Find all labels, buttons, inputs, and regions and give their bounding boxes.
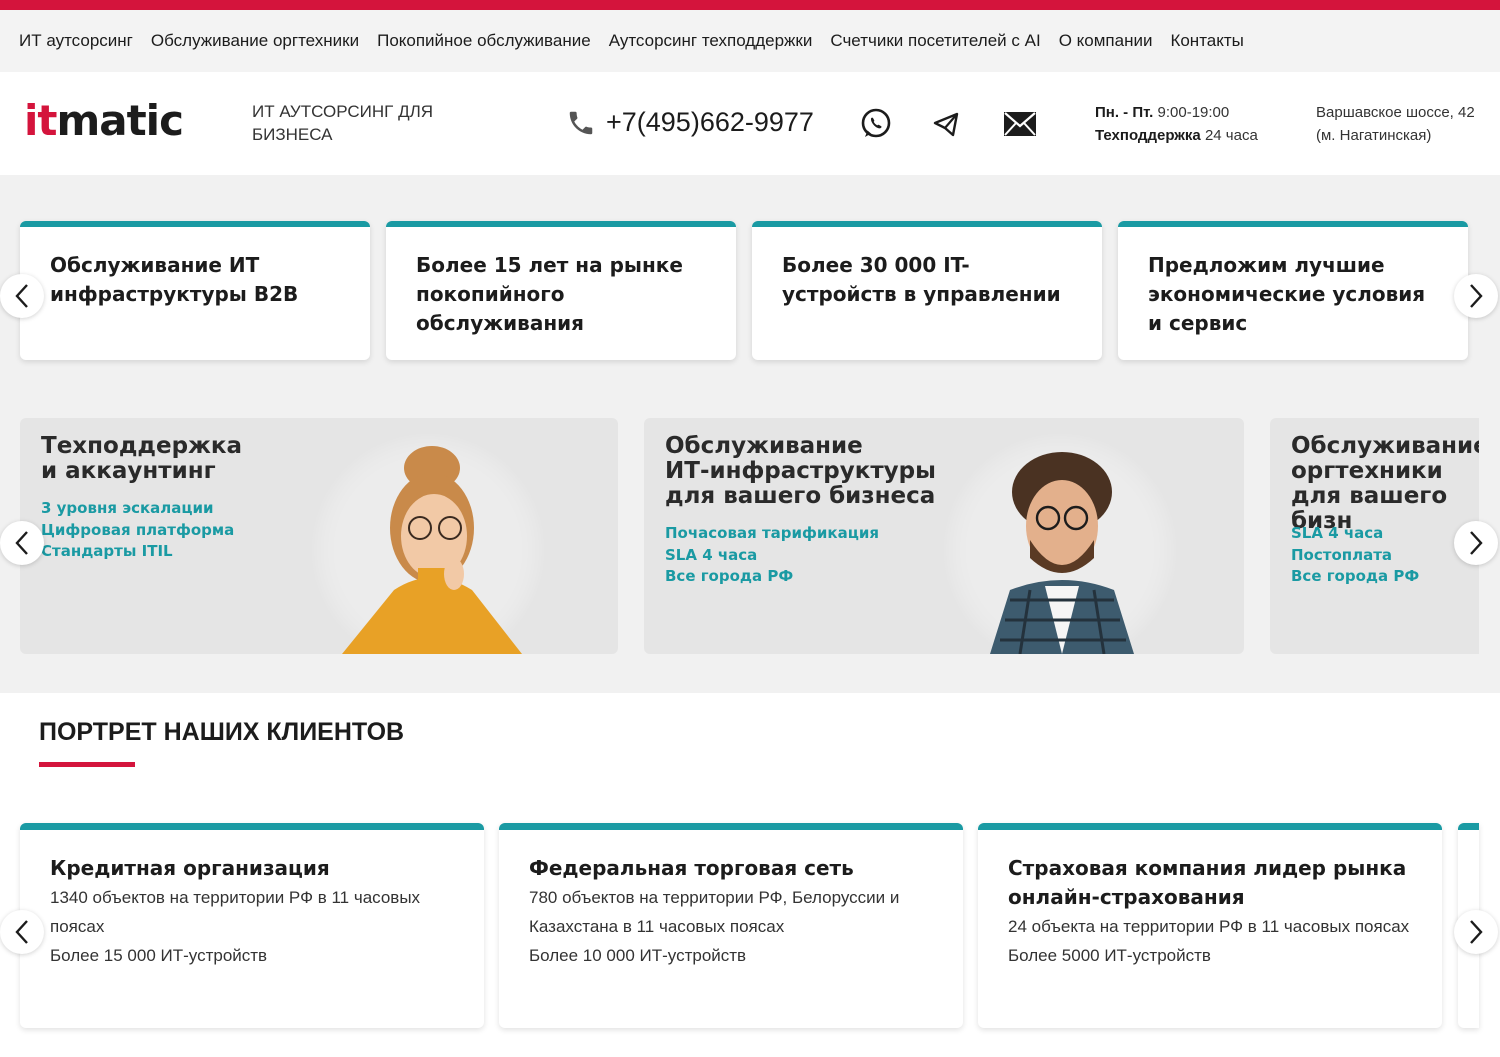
clients-next-button[interactable] <box>1454 910 1498 954</box>
client-card-title: Страховая компания лидер рынка онлайн-ст… <box>1008 856 1407 909</box>
logo[interactable]: itmatic <box>24 100 184 142</box>
feature-card-text: Обслуживание ИТ инфраструктуры B2B <box>50 253 299 306</box>
man-photo <box>990 452 1134 654</box>
chevron-right-icon <box>1470 920 1483 944</box>
client-card-devices: Более 5000 ИТ-устройств <box>1008 946 1211 965</box>
client-card-objects: 1340 объектов на территории РФ в 11 часо… <box>50 888 421 936</box>
feature-card-text: Предложим лучшие экономические условия и… <box>1148 253 1426 335</box>
logo-matic: matic <box>56 96 183 145</box>
feature-card-text: Более 15 лет на рынке покопийного обслуж… <box>416 253 683 335</box>
client-card: Федеральная торговая сеть 780 объектов н… <box>499 823 963 1028</box>
client-card-objects: 24 объекта на территории РФ в 11 часовых… <box>1008 917 1410 936</box>
promo-prev-button[interactable] <box>0 521 44 565</box>
promo-bullet: Цифровая платформа <box>41 520 235 539</box>
site-header: itmatic ИТ АУТСОРСИНГ ДЛЯ БИЗНЕСА +7(495… <box>0 72 1500 175</box>
mail-icon[interactable] <box>1002 106 1038 142</box>
promo-bullet: Постоплата <box>1291 545 1393 564</box>
hours-days-value: 9:00-19:00 <box>1157 104 1230 121</box>
client-card-title: Федеральная торговая сеть <box>529 856 854 880</box>
client-card: Кредитная организация 1340 объектов на т… <box>20 823 484 1028</box>
client-card-title: Кредитная организация <box>50 856 330 880</box>
support-label: Техподдержка <box>1095 127 1201 144</box>
promo-title: Техподдержка и аккаунтинг <box>41 433 243 484</box>
features-next-button[interactable] <box>1454 274 1498 318</box>
chevron-right-icon <box>1470 284 1483 308</box>
nav-office-equipment[interactable]: Обслуживание оргтехники <box>151 31 359 51</box>
address-line1: Варшавское шоссе, 42 <box>1316 104 1475 121</box>
promo-bullet: Почасовая тарификация <box>665 524 879 542</box>
phone-icon <box>566 108 596 138</box>
promo-bullet: SLA 4 часа <box>665 545 758 564</box>
nav-support-outsourcing[interactable]: Аутсорсинг техподдержки <box>609 31 813 51</box>
phone-link[interactable]: +7(495)662-9977 <box>566 107 814 138</box>
chevron-left-icon <box>15 531 28 555</box>
woman-photo <box>342 446 522 654</box>
whatsapp-icon[interactable] <box>858 106 894 142</box>
client-card: Страховая компания лидер рынка онлайн-ст… <box>978 823 1442 1028</box>
nav-per-copy-service[interactable]: Покопийное обслуживание <box>377 31 591 51</box>
support-value: 24 часа <box>1204 127 1258 144</box>
promo-banner[interactable]: Обслуживание ИТ-инфраструктуры для вашег… <box>644 418 1244 654</box>
promo-title: Обслуживание оргтехники для вашего бизн <box>1291 433 1479 534</box>
nav-contacts[interactable]: Контакты <box>1170 31 1243 51</box>
client-card-objects: 780 объектов на территории РФ, Белорусси… <box>529 888 900 936</box>
promo-title: Обслуживание ИТ-инфраструктуры для вашег… <box>665 433 936 509</box>
client-card-devices: Более 10 000 ИТ-устройств <box>529 946 747 965</box>
feature-card: Предложим лучшие экономические условия и… <box>1118 221 1468 360</box>
promo-bullet: Стандарты ITIL <box>41 542 173 560</box>
tagline: ИТ АУТСОРСИНГ ДЛЯ БИЗНЕСА <box>252 102 434 144</box>
nav-about[interactable]: О компании <box>1059 31 1153 51</box>
chevron-left-icon <box>15 920 28 944</box>
chevron-left-icon <box>15 284 28 308</box>
promo-bullets: 3 уровня эскалации Цифровая платформа Ст… <box>41 498 234 563</box>
promo-bullet: SLA 4 часа <box>1291 524 1384 542</box>
nav-it-outsourcing[interactable]: ИТ аутсорсинг <box>19 31 133 51</box>
nav-visitor-counters[interactable]: Счетчики посетителей с AI <box>830 31 1040 51</box>
telegram-icon[interactable] <box>928 106 964 142</box>
chevron-right-icon <box>1470 531 1483 555</box>
clients-prev-button[interactable] <box>0 910 44 954</box>
top-accent-bar <box>0 0 1500 10</box>
feature-card: Обслуживание ИТ инфраструктуры B2B <box>20 221 370 360</box>
phone-number: +7(495)662-9977 <box>606 107 814 137</box>
feature-card: Более 15 лет на рынке покопийного обслуж… <box>386 221 736 360</box>
feature-card-text: Более 30 000 IT-устройств в управлении <box>782 253 1061 306</box>
promo-banner[interactable]: Техподдержка и аккаунтинг 3 уровня эскал… <box>20 418 618 654</box>
promo-bullet: 3 уровня эскалации <box>41 499 214 517</box>
working-hours: Пн. - Пт. 9:00-19:00 Техподдержка 24 час… <box>1095 101 1258 147</box>
client-card-devices: Более 15 000 ИТ-устройств <box>50 946 268 965</box>
feature-card: Более 30 000 IT-устройств в управлении <box>752 221 1102 360</box>
hours-days-label: Пн. - Пт. <box>1095 104 1154 121</box>
office-address: Варшавское шоссе, 42 (м. Нагатинская) <box>1316 101 1475 147</box>
section-title: ПОРТРЕТ НАШИХ КЛИЕНТОВ <box>39 718 405 746</box>
top-navigation: ИТ аутсорсинг Обслуживание оргтехники По… <box>0 10 1500 72</box>
promo-bullet: Все города РФ <box>1291 567 1420 585</box>
promo-bullets: Почасовая тарификация SLA 4 часа Все гор… <box>665 523 879 588</box>
promo-bullets: SLA 4 часа Постоплата Все города РФ <box>1291 523 1419 588</box>
logo-it: it <box>24 96 57 145</box>
promo-banner[interactable]: Обслуживание оргтехники для вашего бизн … <box>1270 418 1479 654</box>
promo-bullet: Все города РФ <box>665 567 794 585</box>
features-prev-button[interactable] <box>0 274 44 318</box>
address-line2: (м. Нагатинская) <box>1316 127 1432 144</box>
section-title-underline <box>39 762 135 767</box>
promo-next-button[interactable] <box>1454 521 1498 565</box>
